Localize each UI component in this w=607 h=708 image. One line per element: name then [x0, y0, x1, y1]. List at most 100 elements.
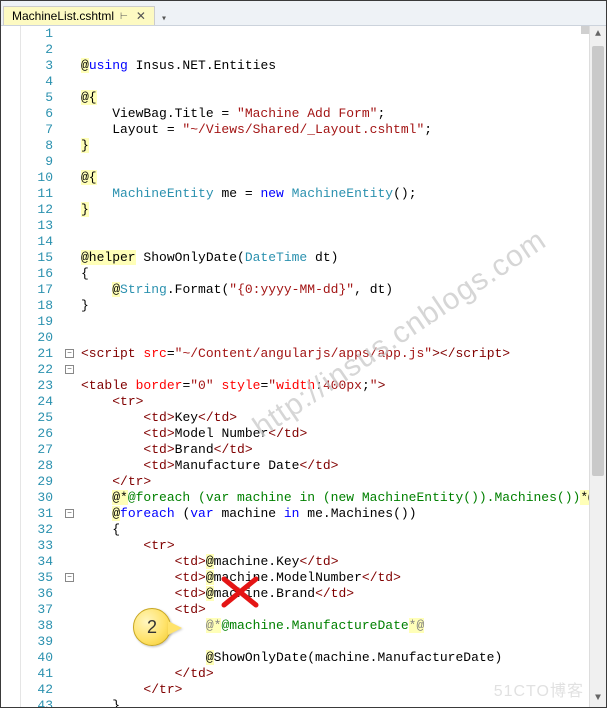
code-line[interactable]: @foreach (var machine in me.Machines()): [77, 506, 589, 522]
code-line[interactable]: @ShowOnlyDate(machine.ManufactureDate): [77, 650, 589, 666]
code-line[interactable]: <td>@machine.ModelNumber</td>: [77, 570, 589, 586]
tab-title: MachineList.cshtml: [12, 9, 114, 23]
code-line[interactable]: <td>Brand</td>: [77, 442, 589, 458]
callout-2: 2: [133, 608, 171, 646]
line-number: 37: [21, 602, 53, 618]
pin-icon[interactable]: ⊢: [120, 11, 128, 22]
line-number: 10: [21, 170, 53, 186]
code-line[interactable]: </tr>: [77, 682, 589, 698]
code-line[interactable]: [77, 362, 589, 378]
code-line[interactable]: <td>@machine.Key</td>: [77, 554, 589, 570]
line-number: 30: [21, 490, 53, 506]
code-line[interactable]: }: [77, 698, 589, 707]
code-line[interactable]: <tr>: [77, 538, 589, 554]
line-number: 31: [21, 506, 53, 522]
scroll-thumb[interactable]: [592, 46, 604, 476]
line-number: 24: [21, 394, 53, 410]
indicator-margin: [1, 26, 21, 707]
file-tab[interactable]: MachineList.cshtml ⊢ ✕: [3, 6, 155, 25]
line-number: 1: [21, 26, 53, 42]
code-line[interactable]: @*@foreach (var machine in (new MachineE…: [77, 490, 589, 506]
code-line[interactable]: MachineEntity me = new MachineEntity();: [77, 186, 589, 202]
outline-toggle-icon[interactable]: −: [65, 509, 74, 518]
editor-area: 1234567891011121314151617181920212223242…: [1, 26, 606, 707]
line-number: 34: [21, 554, 53, 570]
line-number: 41: [21, 666, 53, 682]
code-line[interactable]: <tr>: [77, 394, 589, 410]
line-number: 33: [21, 538, 53, 554]
line-number: 13: [21, 218, 53, 234]
line-number: 9: [21, 154, 53, 170]
line-number: 19: [21, 314, 53, 330]
code-line[interactable]: <td>Key</td>: [77, 410, 589, 426]
line-number: 32: [21, 522, 53, 538]
outline-toggle-icon[interactable]: −: [65, 349, 74, 358]
code-line[interactable]: [77, 314, 589, 330]
vertical-scrollbar[interactable]: ▲ ▼: [589, 26, 606, 707]
line-number-gutter: 1234567891011121314151617181920212223242…: [21, 26, 63, 707]
line-number: 36: [21, 586, 53, 602]
line-number: 20: [21, 330, 53, 346]
line-number: 16: [21, 266, 53, 282]
line-number: 22: [21, 362, 53, 378]
code-line[interactable]: {: [77, 522, 589, 538]
tab-bar: MachineList.cshtml ⊢ ✕ ▾: [1, 1, 606, 26]
outlining-margin: − − − −: [63, 26, 77, 707]
code-line[interactable]: @using Insus.NET.Entities: [77, 58, 589, 74]
line-number: 43: [21, 698, 53, 707]
line-number: 28: [21, 458, 53, 474]
code-line[interactable]: <script src="~/Content/angularjs/apps/ap…: [77, 346, 589, 362]
line-number: 6: [21, 106, 53, 122]
line-number: 23: [21, 378, 53, 394]
code-line[interactable]: </td>: [77, 666, 589, 682]
code-line[interactable]: [77, 218, 589, 234]
code-line[interactable]: @helper ShowOnlyDate(DateTime dt): [77, 250, 589, 266]
code-line[interactable]: [77, 330, 589, 346]
code-line[interactable]: @{: [77, 170, 589, 186]
scroll-down-icon[interactable]: ▼: [590, 690, 606, 707]
line-number: 17: [21, 282, 53, 298]
outline-toggle-icon[interactable]: −: [65, 573, 74, 582]
code-line[interactable]: <td>@machine.Brand</td>: [77, 586, 589, 602]
code-line[interactable]: }: [77, 202, 589, 218]
code-line[interactable]: @String.Format("{0:yyyy-MM-dd}", dt): [77, 282, 589, 298]
code-line[interactable]: <td>Model Number</td>: [77, 426, 589, 442]
line-number: 42: [21, 682, 53, 698]
code-line[interactable]: {: [77, 266, 589, 282]
line-number: 7: [21, 122, 53, 138]
code-line[interactable]: @{: [77, 90, 589, 106]
code-line[interactable]: }: [77, 298, 589, 314]
line-number: 18: [21, 298, 53, 314]
code-line[interactable]: Layout = "~/Views/Shared/_Layout.cshtml"…: [77, 122, 589, 138]
scroll-up-icon[interactable]: ▲: [590, 26, 606, 43]
outline-toggle-icon[interactable]: −: [65, 365, 74, 374]
line-number: 5: [21, 90, 53, 106]
line-number: 38: [21, 618, 53, 634]
code-line[interactable]: ViewBag.Title = "Machine Add Form";: [77, 106, 589, 122]
code-area[interactable]: @using Insus.NET.Entities @{ ViewBag.Titl…: [77, 26, 589, 707]
close-icon[interactable]: ✕: [134, 9, 148, 23]
line-number: 26: [21, 426, 53, 442]
line-number: 29: [21, 474, 53, 490]
code-line[interactable]: [77, 74, 589, 90]
line-number: 8: [21, 138, 53, 154]
code-line[interactable]: [77, 234, 589, 250]
line-number: 40: [21, 650, 53, 666]
code-line[interactable]: <table border="0" style="width:400px;">: [77, 378, 589, 394]
line-number: 14: [21, 234, 53, 250]
split-grip[interactable]: [581, 26, 589, 34]
code-line[interactable]: <td>Manufacture Date</td>: [77, 458, 589, 474]
code-line[interactable]: [77, 154, 589, 170]
line-number: 35: [21, 570, 53, 586]
line-number: 4: [21, 74, 53, 90]
line-number: 27: [21, 442, 53, 458]
line-number: 11: [21, 186, 53, 202]
code-line[interactable]: </tr>: [77, 474, 589, 490]
line-number: 12: [21, 202, 53, 218]
line-number: 3: [21, 58, 53, 74]
code-line[interactable]: }: [77, 138, 589, 154]
tab-dropdown-icon[interactable]: ▾: [157, 13, 171, 25]
editor-window: MachineList.cshtml ⊢ ✕ ▾ 123456789101112…: [0, 0, 607, 708]
line-number: 39: [21, 634, 53, 650]
line-number: 25: [21, 410, 53, 426]
